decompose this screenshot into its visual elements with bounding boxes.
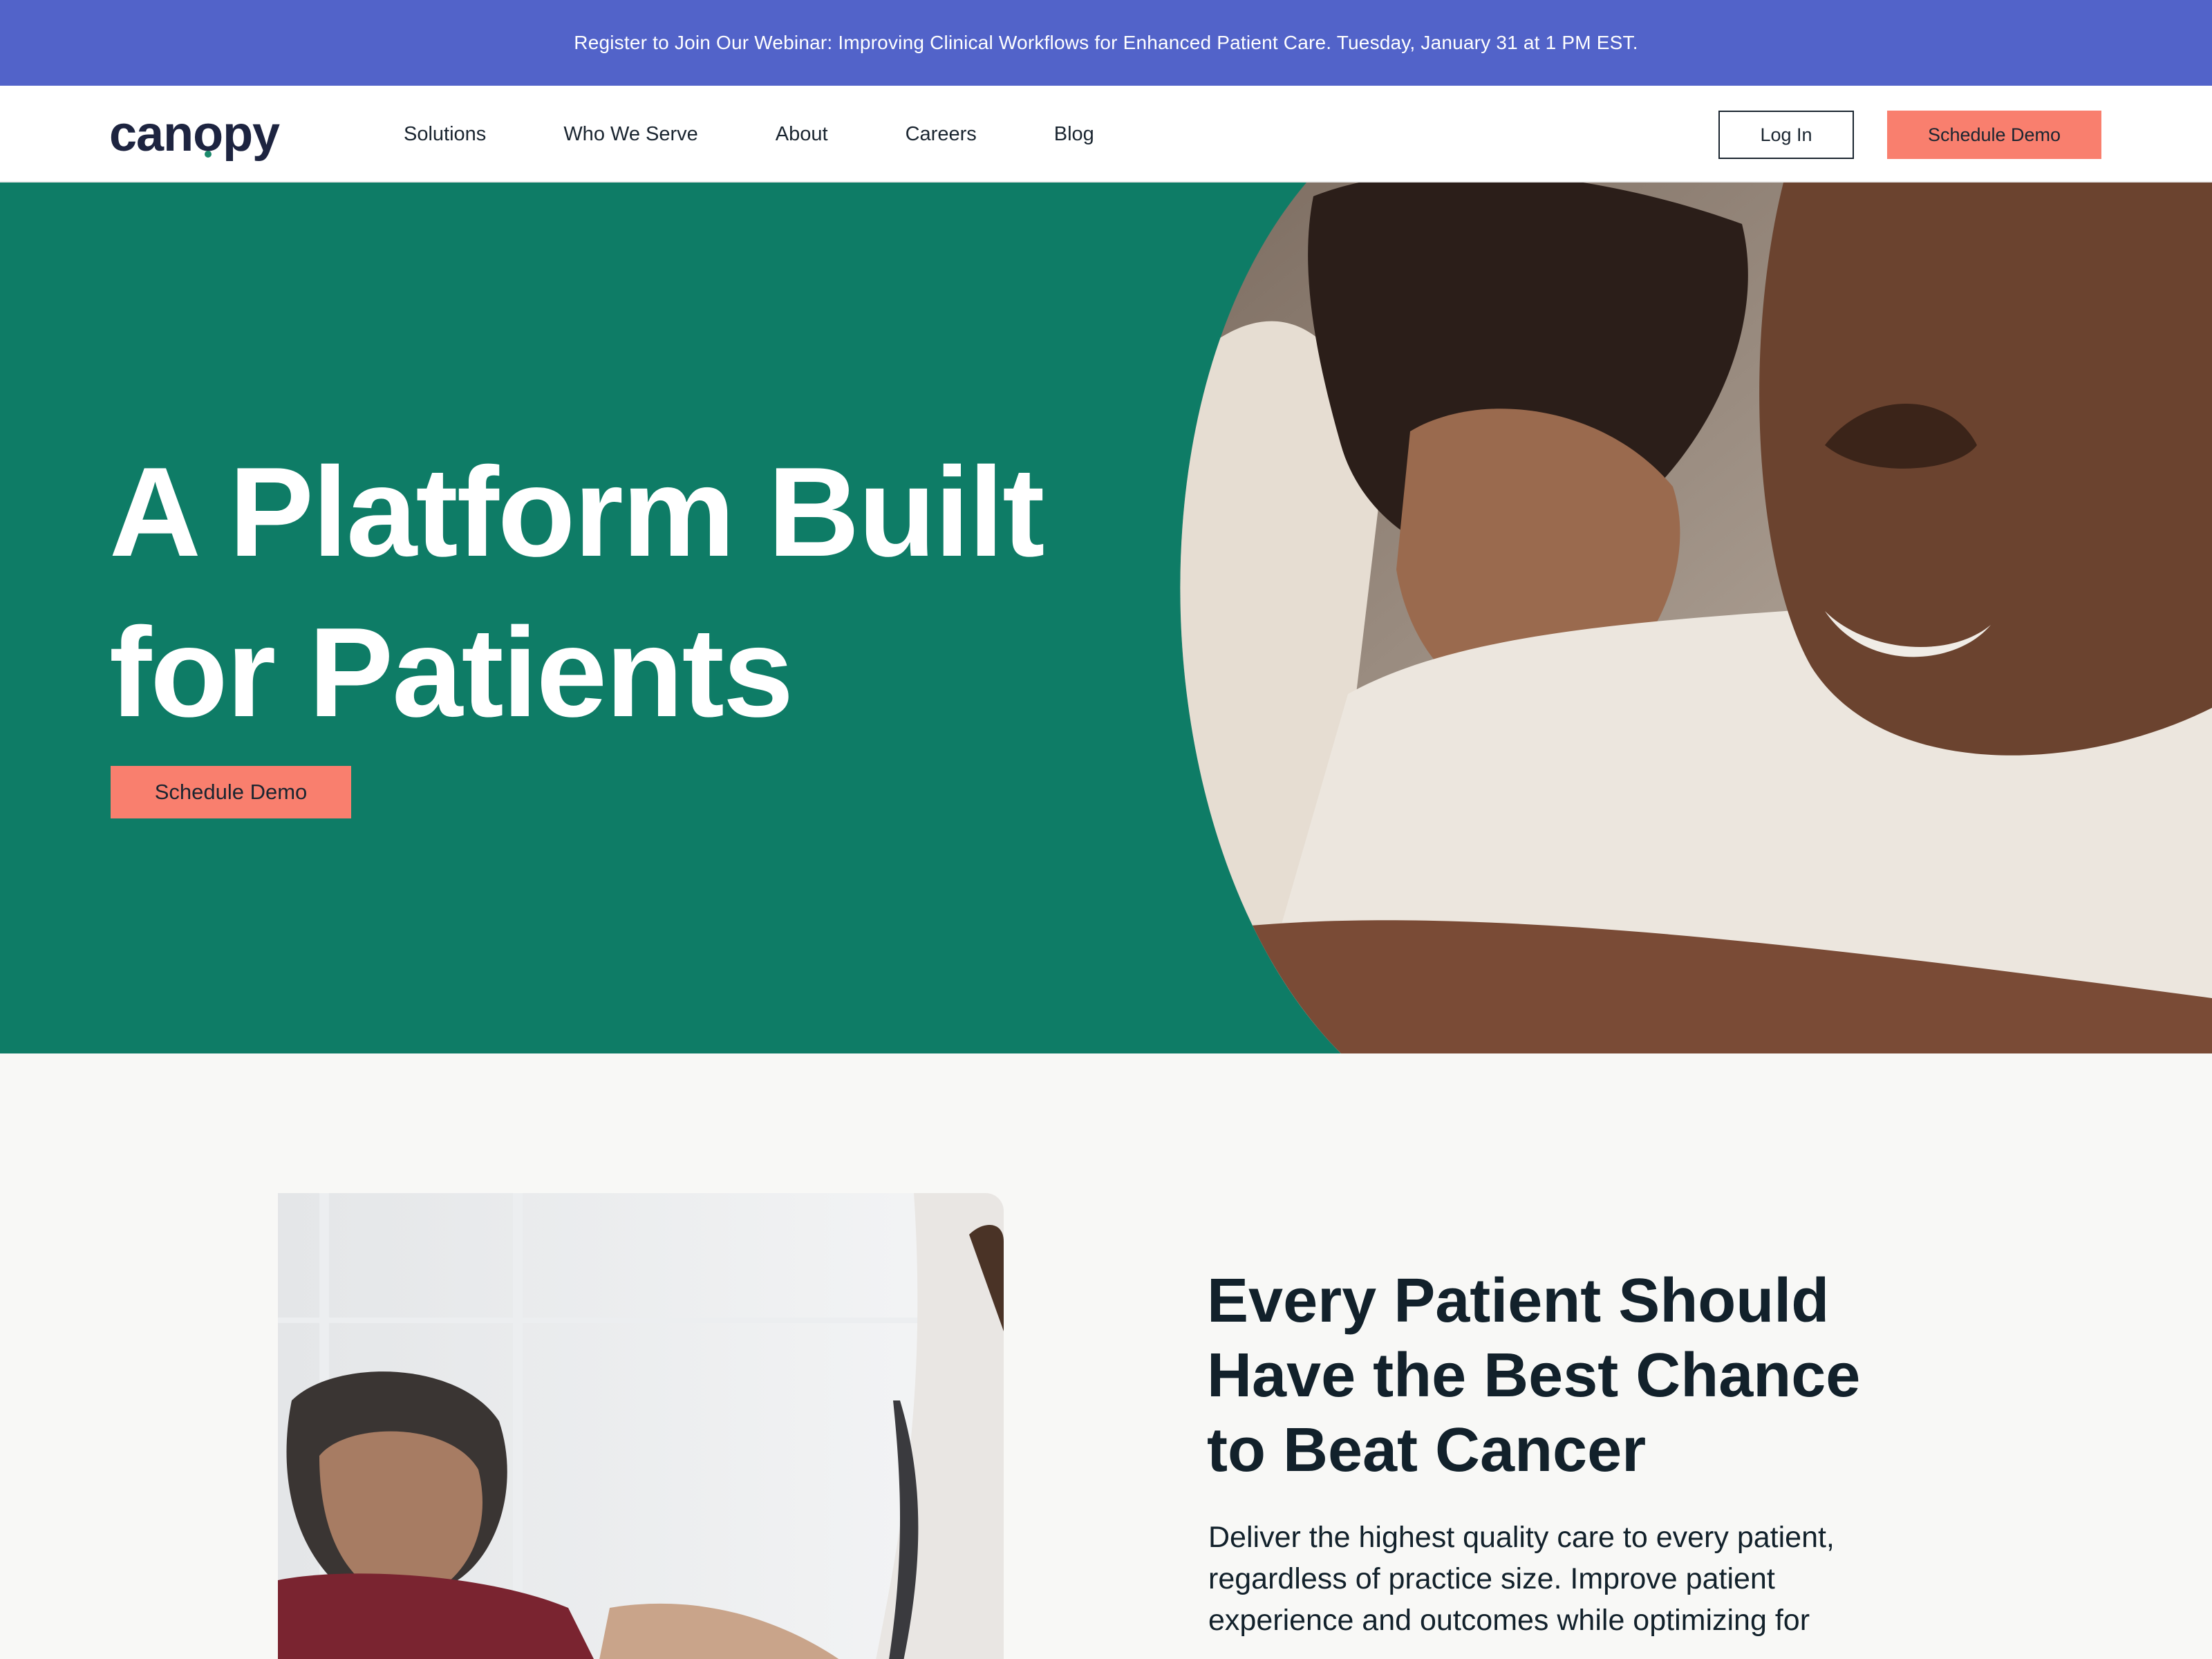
main-menu: Solutions Who We Serve About Careers Blo… [404, 86, 1172, 182]
schedule-demo-nav-button[interactable]: Schedule Demo [1887, 111, 2101, 159]
top-navigation: cano py Solutions Who We Serve About Care… [0, 86, 2212, 182]
section-body: Deliver the highest quality care to ever… [1208, 1517, 1969, 1641]
schedule-demo-hero-button[interactable]: Schedule Demo [111, 766, 351, 818]
nav-item-about[interactable]: About [776, 123, 828, 146]
logo-text-end: py [223, 106, 280, 162]
hero-title: A Platform Built for Patients [109, 431, 1146, 752]
section-heading-line-2: Have the Best Chance [1207, 1341, 1861, 1410]
hero-section: A Platform Built for Patients Schedule D… [0, 182, 2212, 1053]
section-heading-line-3: to Beat Cancer [1207, 1416, 1647, 1485]
announcement-text[interactable]: Register to Join Our Webinar: Improving … [574, 32, 1638, 54]
logo-o: o [193, 106, 223, 162]
nav-item-solutions[interactable]: Solutions [404, 123, 486, 146]
logo-text-start: can [109, 106, 194, 162]
section-body-line-2: regardless of practice size. Improve pat… [1208, 1562, 1775, 1595]
hero-title-line-2: for Patients [109, 601, 794, 743]
patient-doctor-photo [278, 1193, 1004, 1659]
nav-item-who-we-serve[interactable]: Who We Serve [563, 123, 697, 146]
logo-dot-icon [204, 151, 212, 158]
nav-item-blog[interactable]: Blog [1054, 123, 1094, 146]
section-heading-line-1: Every Patient Should [1207, 1266, 1830, 1335]
announcement-bar[interactable]: Register to Join Our Webinar: Improving … [0, 0, 2212, 86]
login-button[interactable]: Log In [1718, 111, 1854, 159]
section-body-line-1: Deliver the highest quality care to ever… [1208, 1521, 1835, 1554]
section-heading: Every Patient Should Have the Best Chanc… [1207, 1264, 1967, 1488]
nav-item-careers[interactable]: Careers [906, 123, 977, 146]
hero-title-line-1: A Platform Built [109, 440, 1044, 583]
patient-section: Every Patient Should Have the Best Chanc… [0, 1053, 2212, 1659]
section-body-line-3: experience and outcomes while optimizing… [1208, 1604, 1810, 1637]
canopy-logo[interactable]: cano py [109, 106, 280, 162]
